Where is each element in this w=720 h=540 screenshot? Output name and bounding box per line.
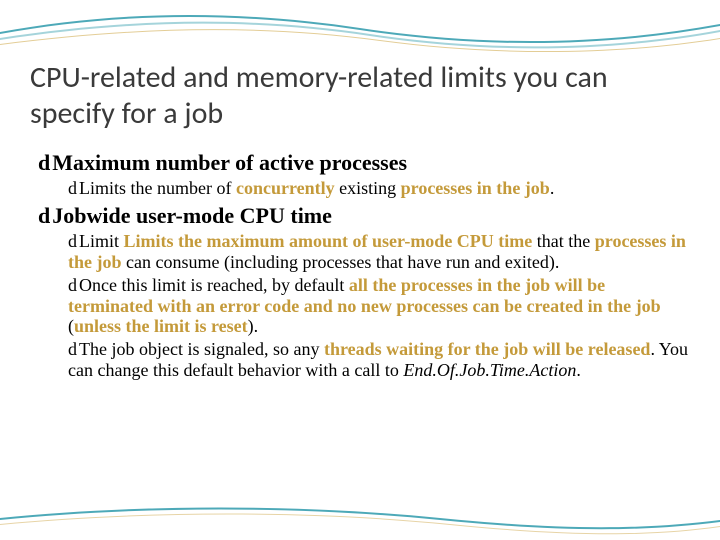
bullet-l2-job-signaled: dThe job object is signaled, so any thre… — [68, 339, 690, 380]
highlight-run: concurrently — [236, 178, 335, 198]
text-run: Limit — [79, 231, 124, 251]
decorative-wave-bottom — [0, 500, 720, 540]
text-run: Limits the number of — [79, 178, 236, 198]
bullet-text: Jobwide user-mode CPU time — [52, 203, 332, 228]
bullet-l2-limit-max-cpu: dLimit Limits the maximum amount of user… — [68, 231, 690, 272]
highlight-run: unless the limit is reset — [74, 316, 248, 336]
bullet-l2-once-limit: dOnce this limit is reached, by default … — [68, 275, 690, 337]
text-run: ). — [248, 316, 259, 336]
decorative-wave-top — [0, 0, 720, 60]
text-run: . — [550, 178, 555, 198]
bullet-l1-jobwide-cpu: dJobwide user-mode CPU time — [38, 203, 690, 229]
slide: CPU-related and memory-related limits yo… — [0, 0, 720, 540]
text-run: can consume (including processes that ha… — [122, 252, 560, 272]
bullet-glyph-icon: d — [38, 150, 50, 175]
highlight-run: processes in the job — [401, 178, 550, 198]
text-run: The job object is signaled, so any — [79, 339, 324, 359]
text-run: Once this limit is reached, by default — [79, 275, 349, 295]
text-run: that the — [532, 231, 594, 251]
bullet-l2-limits-concurrent: dLimits the number of concurrently exist… — [68, 178, 690, 199]
content-area: CPU-related and memory-related limits yo… — [30, 60, 690, 380]
text-run: . — [576, 360, 581, 380]
bullet-l1-active-processes: dMaximum number of active processes — [38, 150, 690, 176]
bullet-glyph-icon: d — [38, 203, 50, 228]
slide-title: CPU-related and memory-related limits yo… — [30, 60, 690, 132]
bullet-glyph-icon: d — [68, 339, 77, 359]
bullet-glyph-icon: d — [68, 275, 77, 295]
italic-run: End.Of.Job.Time.Action — [403, 360, 576, 380]
highlight-run: threads waiting for the job will be rele… — [324, 339, 651, 359]
bullet-text: Maximum number of active processes — [52, 150, 407, 175]
bullet-glyph-icon: d — [68, 178, 77, 198]
bullet-glyph-icon: d — [68, 231, 77, 251]
text-run: existing — [335, 178, 401, 198]
highlight-run: Limits the maximum amount of user-mode C… — [124, 231, 533, 251]
